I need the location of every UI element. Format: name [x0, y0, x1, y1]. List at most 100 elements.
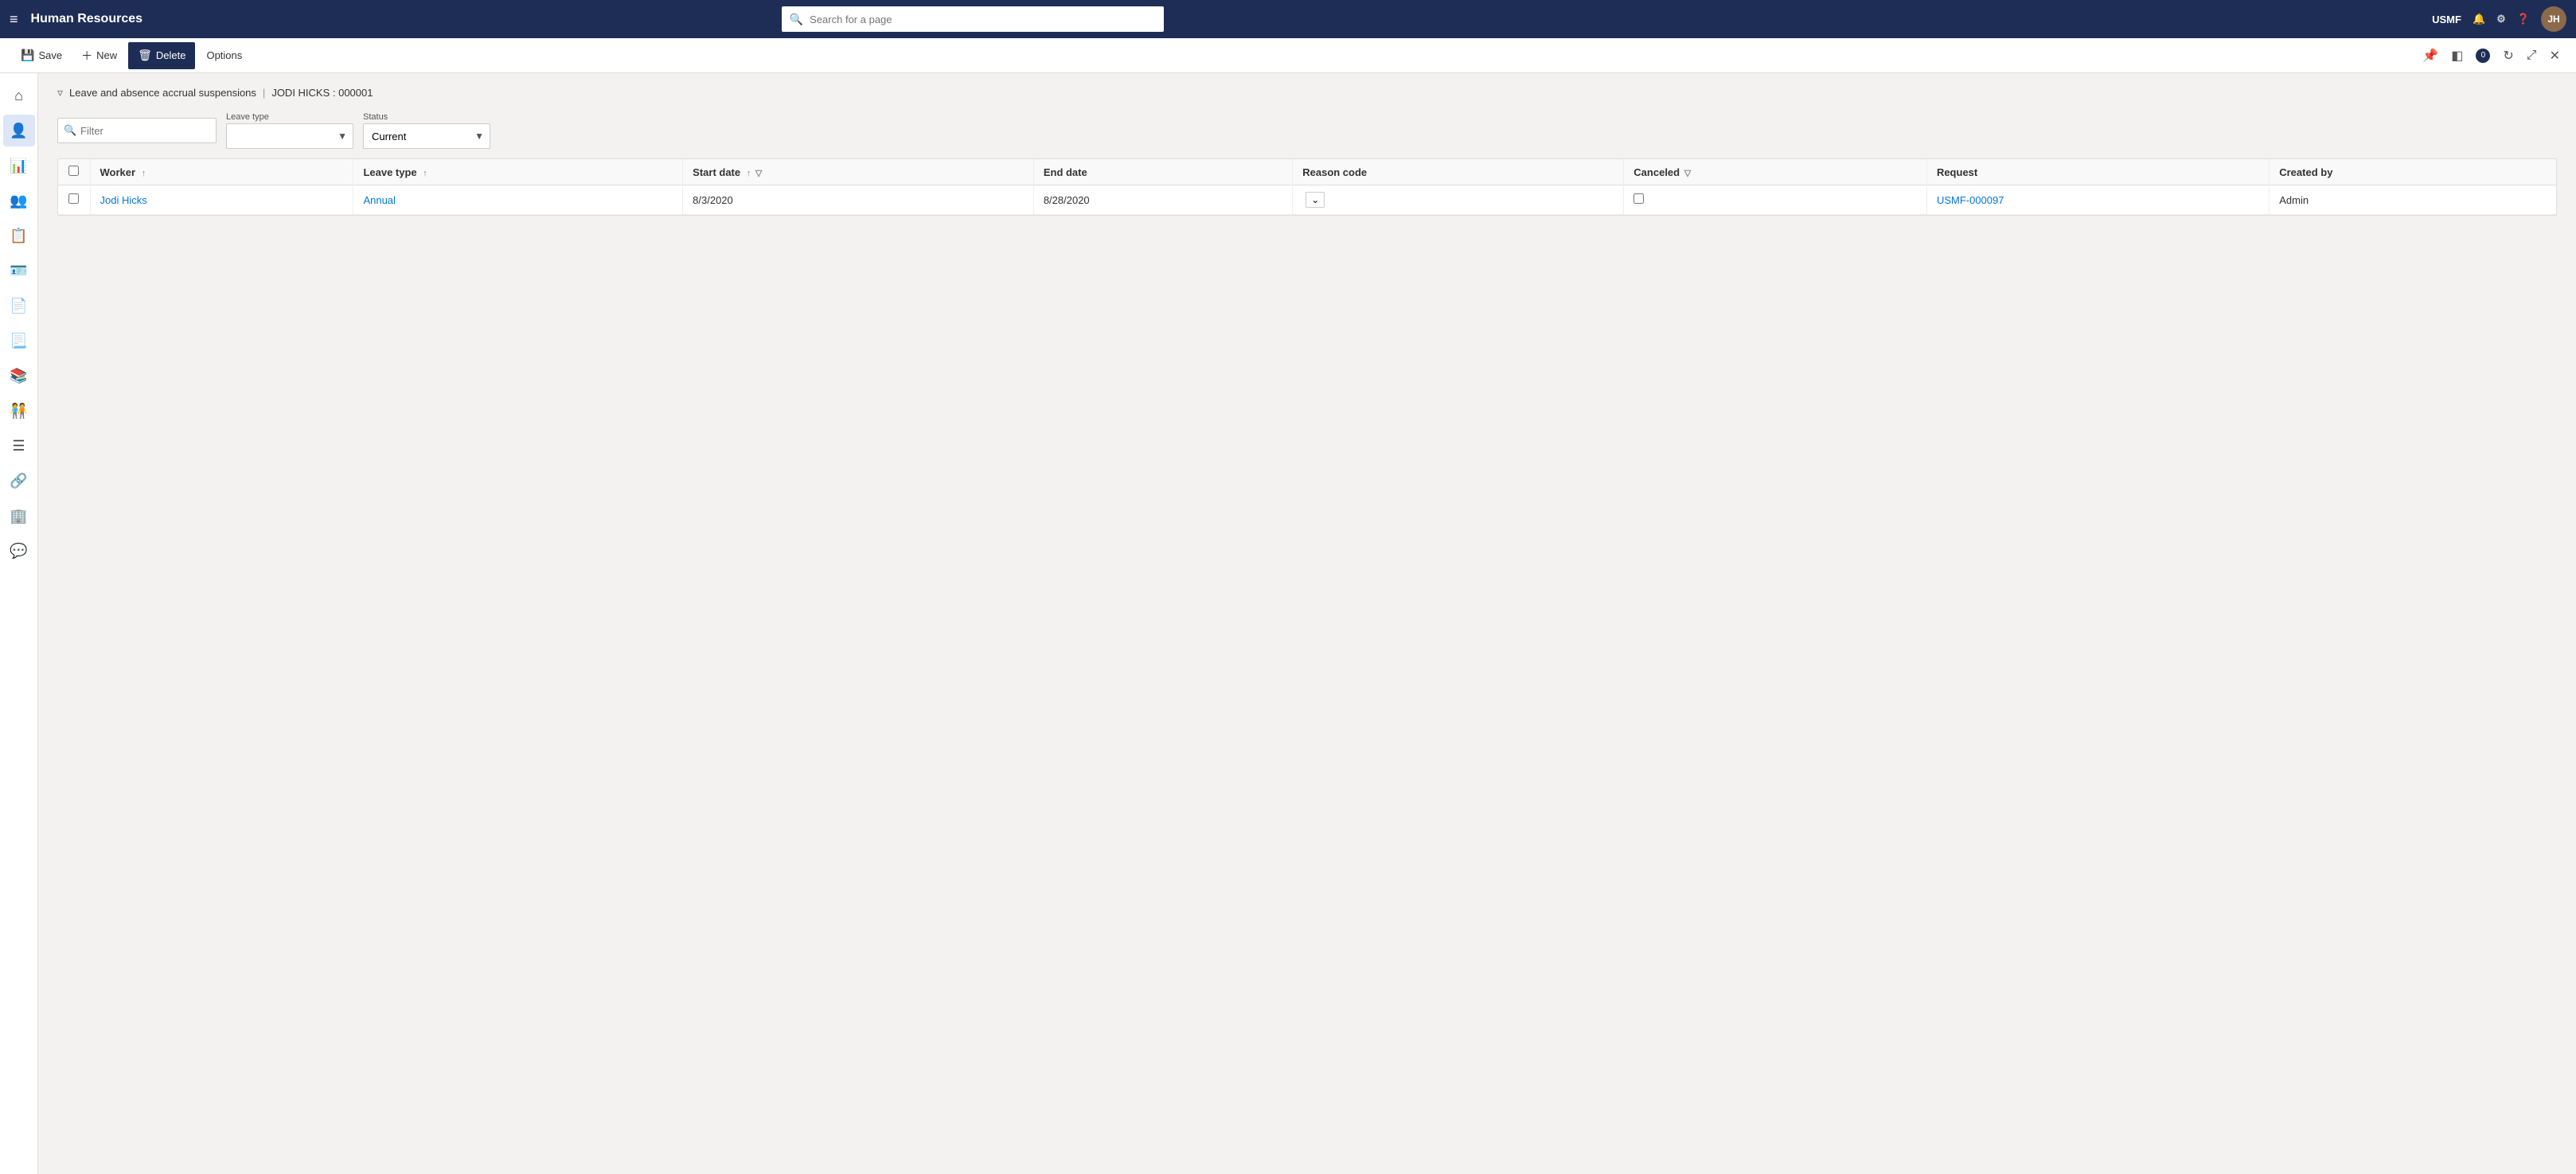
col-worker[interactable]: Worker ↑	[90, 159, 353, 185]
options-button[interactable]: Options	[198, 42, 250, 69]
filter-input-wrap: 🔍	[57, 118, 217, 143]
status-label: Status	[363, 112, 490, 122]
table-header-row: Worker ↑ Leave type ↑ Start date ↑ ▽	[58, 159, 2556, 185]
search-bar: 🔍	[782, 6, 1164, 32]
toolbar: 💾 Save ＋ New 🗑 Delete Options 📌 ◧ 0 ↻ ⤢ …	[0, 38, 2576, 73]
bell-icon[interactable]: 🔔	[2473, 13, 2485, 25]
status-select[interactable]: Current All Canceled	[363, 123, 490, 149]
panel-icon[interactable]: ◧	[2448, 45, 2466, 67]
status-filter-group: Status Current All Canceled ▼	[363, 112, 490, 149]
filter-text-input[interactable]	[57, 118, 217, 143]
new-button[interactable]: ＋ New	[73, 42, 125, 69]
col-start-date-label: Start date	[693, 166, 740, 178]
settings-icon[interactable]: ⚙	[2496, 13, 2506, 25]
leave-type-select-wrap: Annual ▼	[226, 123, 353, 149]
start-date-filter-icon[interactable]: ▽	[755, 169, 762, 178]
sidebar-item-idcard[interactable]: 🪪	[3, 255, 35, 287]
save-icon: 💾	[21, 49, 34, 62]
sidebar-item-person[interactable]: 👤	[3, 115, 35, 146]
col-start-date[interactable]: Start date ↑ ▽	[683, 159, 1034, 185]
cell-end-date: 8/28/2020	[1033, 185, 1292, 215]
sidebar-item-book[interactable]: 📚	[3, 360, 35, 392]
col-canceled-label: Canceled	[1633, 166, 1680, 178]
leave-type-sort-icon[interactable]: ↑	[423, 169, 427, 178]
refresh-icon[interactable]: ↻	[2500, 45, 2516, 67]
avatar[interactable]: JH	[2541, 6, 2566, 32]
help-icon[interactable]: ❓	[2517, 13, 2530, 25]
col-leave-type-label: Leave type	[363, 166, 416, 178]
cell-reason-code: ⌄	[1293, 185, 1624, 215]
request-link[interactable]: USMF-000097	[1937, 194, 2004, 206]
filter-text-icon: 🔍	[64, 124, 76, 137]
col-worker-label: Worker	[100, 166, 136, 178]
sidebar: ⌂ 👤 📊 👥 📋 🪪 📄 📃 📚 🧑‍🤝‍🧑 ☰ 🔗 🏢 💬	[0, 73, 38, 1174]
leave-type-filter-group: Leave type Annual ▼	[226, 112, 353, 149]
table-row: Jodi Hicks Annual 8/3/2020 8/28/2020 ⌄ U…	[58, 185, 2556, 215]
worker-link[interactable]: Jodi Hicks	[100, 194, 147, 206]
breadcrumb-sep: |	[263, 87, 265, 99]
search-input[interactable]	[810, 14, 1156, 25]
sidebar-item-org[interactable]: 🏢	[3, 500, 35, 532]
save-button[interactable]: 💾 Save	[13, 42, 70, 69]
badge-count: 0	[2476, 49, 2490, 63]
select-all-checkbox[interactable]	[68, 166, 79, 176]
sidebar-item-chat[interactable]: 💬	[3, 535, 35, 567]
table-container: Worker ↑ Leave type ↑ Start date ↑ ▽	[57, 158, 2557, 216]
col-request: Request	[1926, 159, 2269, 185]
breadcrumb: ▿ Leave and absence accrual suspensions …	[57, 86, 2557, 99]
badge-icon[interactable]: 0	[2473, 45, 2493, 66]
sidebar-item-group[interactable]: 👥	[3, 185, 35, 216]
content-area: ▿ Leave and absence accrual suspensions …	[38, 73, 2576, 1174]
app-title: Human Resources	[31, 12, 143, 26]
worker-sort-icon[interactable]: ↑	[142, 169, 146, 178]
col-canceled[interactable]: Canceled ▽	[1624, 159, 1927, 185]
search-icon: 🔍	[790, 13, 803, 26]
app-menu-icon[interactable]: ≡	[10, 11, 18, 28]
new-icon: ＋	[81, 48, 92, 64]
sidebar-item-list[interactable]: ☰	[3, 430, 35, 462]
cell-leave-type: Annual	[353, 185, 683, 215]
start-date-sort-icon[interactable]: ↑	[747, 169, 751, 178]
reason-code-dropdown: ⌄	[1302, 192, 1614, 208]
sidebar-item-report2[interactable]: 📃	[3, 325, 35, 357]
sidebar-item-chart[interactable]: 📊	[3, 150, 35, 181]
row-checkbox-cell	[58, 185, 90, 215]
leave-type-label: Leave type	[226, 112, 353, 122]
leave-type-select[interactable]: Annual	[226, 123, 353, 149]
col-created-by-label: Created by	[2279, 166, 2332, 178]
nav-right: USMF 🔔 ⚙ ❓ JH	[2432, 6, 2566, 32]
filter-icon[interactable]: ▿	[57, 86, 63, 99]
cell-canceled	[1624, 185, 1927, 215]
sidebar-item-report[interactable]: 📄	[3, 290, 35, 322]
sidebar-item-clipboard[interactable]: 📋	[3, 220, 35, 252]
breadcrumb-subtitle: JODI HICKS : 000001	[271, 87, 373, 99]
col-end-date: End date	[1033, 159, 1292, 185]
cell-request: USMF-000097	[1926, 185, 2269, 215]
cell-worker: Jodi Hicks	[90, 185, 353, 215]
col-request-label: Request	[1937, 166, 1977, 178]
sidebar-item-home[interactable]: ⌂	[3, 80, 35, 111]
data-table: Worker ↑ Leave type ↑ Start date ↑ ▽	[58, 159, 2556, 215]
sidebar-item-connect[interactable]: 🔗	[3, 465, 35, 497]
row-checkbox[interactable]	[68, 193, 79, 204]
leave-type-link[interactable]: Annual	[363, 194, 395, 206]
env-label: USMF	[2432, 14, 2461, 25]
main-area: ⌂ 👤 📊 👥 📋 🪪 📄 📃 📚 🧑‍🤝‍🧑 ☰ 🔗 🏢 💬 ▿ Leave …	[0, 73, 2576, 1174]
col-reason-code: Reason code	[1293, 159, 1624, 185]
col-created-by: Created by	[2270, 159, 2556, 185]
expand-icon[interactable]: ⤢	[2523, 45, 2540, 66]
delete-icon: 🗑	[138, 49, 152, 62]
canceled-checkbox[interactable]	[1633, 193, 1644, 204]
right-toolbar: 📌 ◧ 0 ↻ ⤢ ✕	[2419, 45, 2563, 67]
breadcrumb-title: Leave and absence accrual suspensions	[69, 87, 256, 99]
top-nav: ≡ Human Resources 🔍 USMF 🔔 ⚙ ❓ JH	[0, 0, 2576, 38]
close-icon[interactable]: ✕	[2547, 45, 2563, 67]
status-select-wrap: Current All Canceled ▼	[363, 123, 490, 149]
delete-button[interactable]: 🗑 Delete	[128, 42, 195, 69]
col-leave-type[interactable]: Leave type ↑	[353, 159, 683, 185]
pin-icon[interactable]: 📌	[2419, 45, 2441, 67]
filters-row: 🔍 Leave type Annual ▼ Status Current	[57, 112, 2557, 149]
canceled-filter-icon[interactable]: ▽	[1684, 169, 1691, 178]
sidebar-item-users[interactable]: 🧑‍🤝‍🧑	[3, 395, 35, 427]
reason-code-dropdown-btn[interactable]: ⌄	[1306, 192, 1325, 208]
